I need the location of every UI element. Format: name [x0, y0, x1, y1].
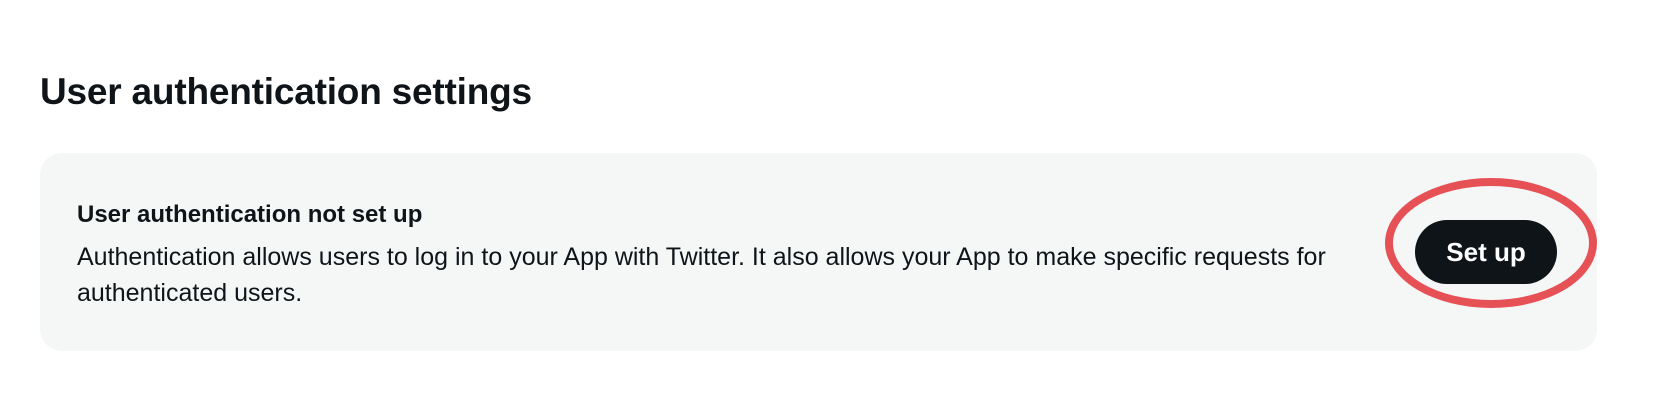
card-description: Authentication allows users to log in to…	[77, 243, 1326, 307]
card-heading: User authentication not set up	[77, 201, 423, 228]
card-text: User authentication not set up Authentic…	[77, 199, 1327, 311]
section-title: User authentication settings	[40, 71, 532, 112]
set-up-button[interactable]: Set up	[1415, 220, 1557, 284]
auth-status-card: User authentication not set up Authentic…	[40, 153, 1597, 351]
page: User authentication settings User authen…	[0, 0, 1668, 420]
